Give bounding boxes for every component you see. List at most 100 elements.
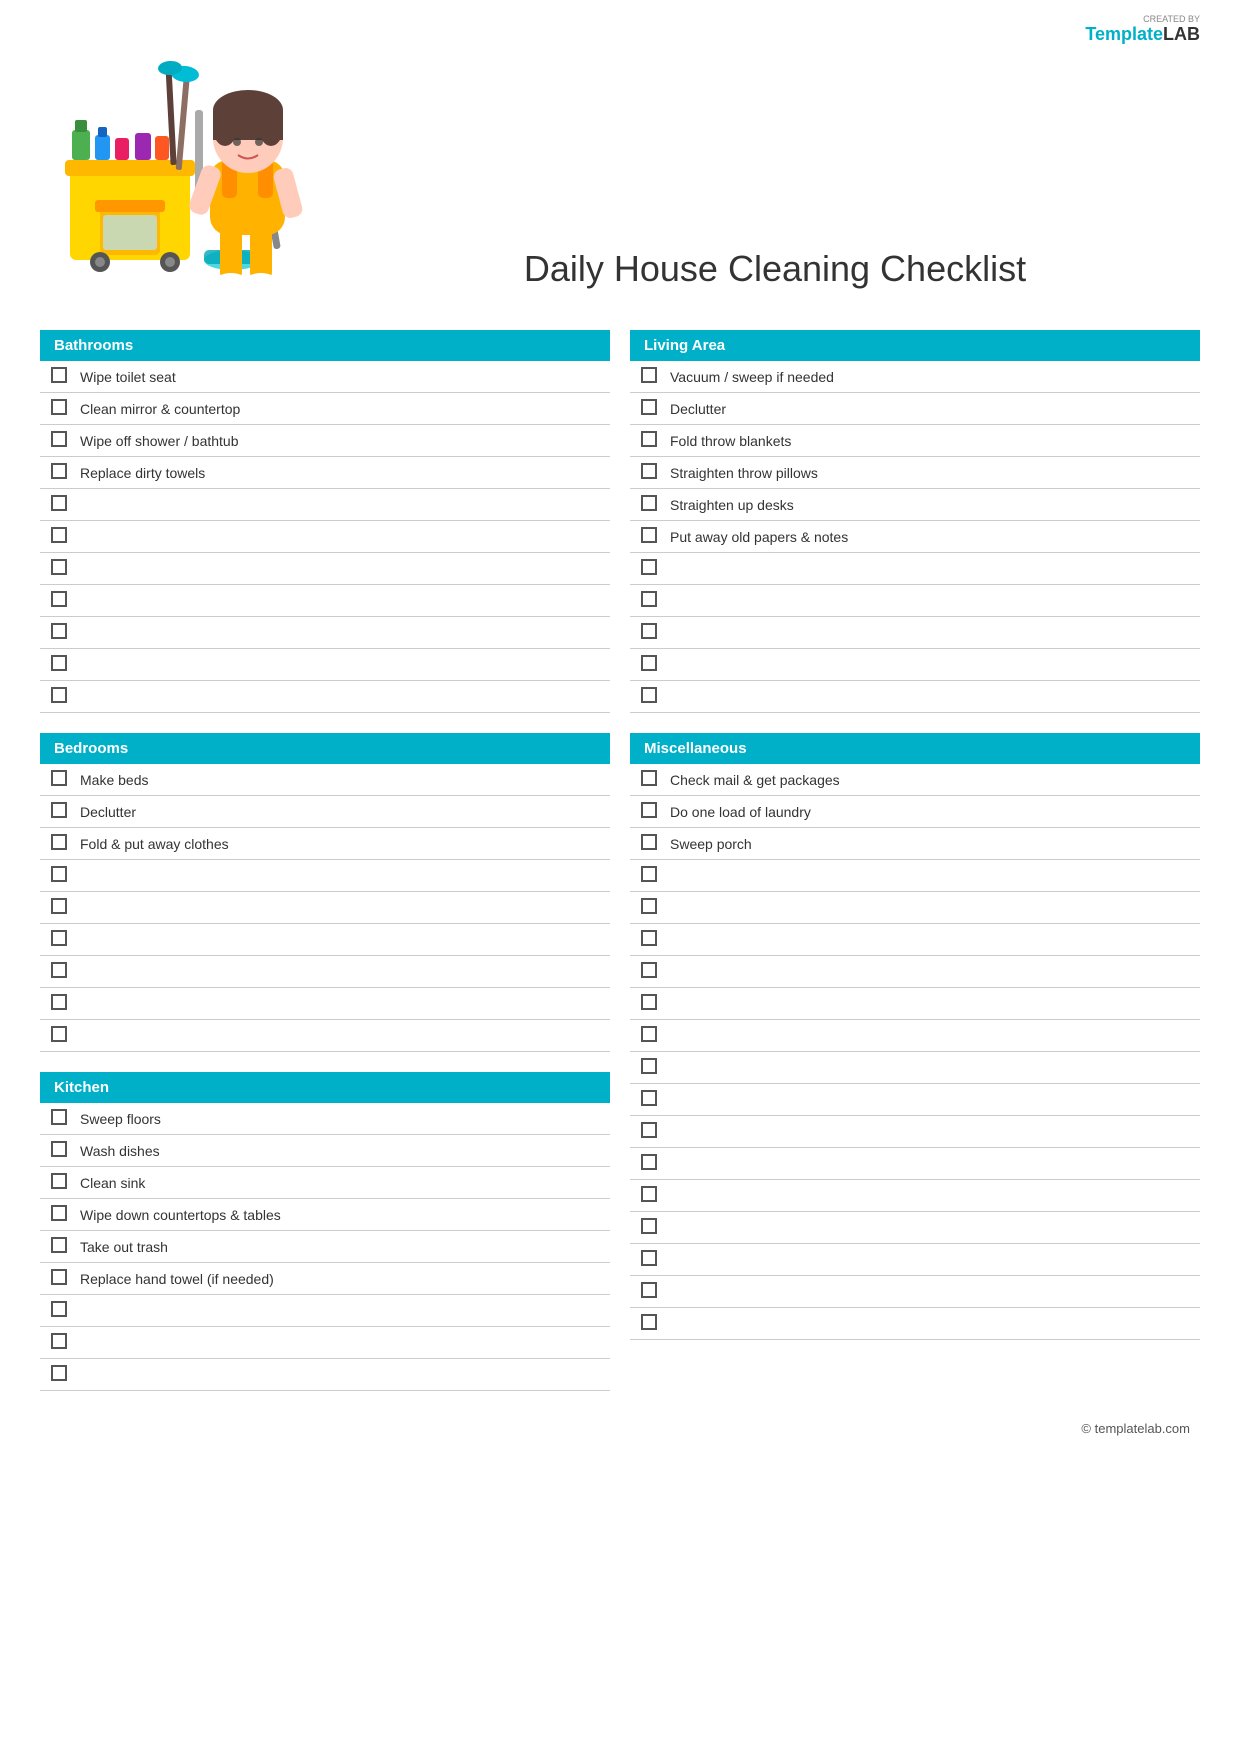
checkbox[interactable]	[51, 1269, 67, 1285]
item-label	[662, 649, 1200, 681]
checkbox[interactable]	[641, 962, 657, 978]
item-label: Declutter	[662, 393, 1200, 425]
item-label	[72, 489, 610, 521]
list-item	[40, 860, 610, 892]
item-label: Wipe toilet seat	[72, 361, 610, 393]
checkbox[interactable]	[51, 1365, 67, 1381]
list-item	[40, 892, 610, 924]
checkbox[interactable]	[51, 898, 67, 914]
bedrooms-header: Bedrooms	[40, 733, 610, 764]
list-item: Check mail & get packages	[630, 764, 1200, 796]
item-label	[662, 1308, 1200, 1340]
checkbox[interactable]	[641, 1026, 657, 1042]
checkbox[interactable]	[51, 495, 67, 511]
list-item: Do one load of laundry	[630, 796, 1200, 828]
item-label	[662, 988, 1200, 1020]
checkbox[interactable]	[641, 399, 657, 415]
item-label	[72, 1295, 610, 1327]
checkbox[interactable]	[51, 1026, 67, 1042]
checkbox[interactable]	[51, 866, 67, 882]
checkbox[interactable]	[51, 687, 67, 703]
list-item	[630, 1308, 1200, 1340]
item-label	[72, 553, 610, 585]
list-item	[630, 1244, 1200, 1276]
checkbox[interactable]	[641, 770, 657, 786]
checkbox[interactable]	[51, 399, 67, 415]
list-item	[630, 892, 1200, 924]
list-item	[630, 1052, 1200, 1084]
checkbox[interactable]	[51, 1141, 67, 1157]
checkbox[interactable]	[641, 802, 657, 818]
item-label	[662, 1276, 1200, 1308]
checkbox[interactable]	[641, 930, 657, 946]
checkbox[interactable]	[51, 559, 67, 575]
list-item	[40, 1327, 610, 1359]
list-item: Put away old papers & notes	[630, 521, 1200, 553]
list-item	[630, 1020, 1200, 1052]
item-label: Check mail & get packages	[662, 764, 1200, 796]
checkbox[interactable]	[641, 591, 657, 607]
checkbox[interactable]	[641, 1218, 657, 1234]
checkbox[interactable]	[641, 994, 657, 1010]
checkbox[interactable]	[641, 898, 657, 914]
list-item	[40, 489, 610, 521]
checkbox[interactable]	[641, 834, 657, 850]
checkbox[interactable]	[641, 1250, 657, 1266]
item-label	[72, 1327, 610, 1359]
checkbox[interactable]	[51, 930, 67, 946]
checkbox[interactable]	[51, 962, 67, 978]
checkbox[interactable]	[641, 495, 657, 511]
list-item	[630, 1084, 1200, 1116]
checkbox[interactable]	[641, 655, 657, 671]
checkbox[interactable]	[51, 1237, 67, 1253]
checkbox[interactable]	[51, 770, 67, 786]
checkbox[interactable]	[641, 1154, 657, 1170]
checkbox[interactable]	[51, 1173, 67, 1189]
checkbox[interactable]	[51, 527, 67, 543]
checkbox[interactable]	[641, 1058, 657, 1074]
checkbox[interactable]	[51, 655, 67, 671]
checkbox[interactable]	[51, 1205, 67, 1221]
item-label	[662, 1052, 1200, 1084]
list-item	[630, 1276, 1200, 1308]
checkbox[interactable]	[641, 1186, 657, 1202]
checkbox[interactable]	[641, 367, 657, 383]
checkbox[interactable]	[641, 1314, 657, 1330]
checkbox[interactable]	[641, 1122, 657, 1138]
checkbox[interactable]	[51, 1333, 67, 1349]
checkbox[interactable]	[51, 623, 67, 639]
checkbox[interactable]	[51, 1109, 67, 1125]
checkbox[interactable]	[51, 431, 67, 447]
checkbox[interactable]	[51, 994, 67, 1010]
miscellaneous-list: Check mail & get packages Do one load of…	[630, 764, 1200, 1340]
checkbox[interactable]	[51, 834, 67, 850]
checkbox[interactable]	[641, 431, 657, 447]
checkbox[interactable]	[51, 1301, 67, 1317]
item-label	[662, 1084, 1200, 1116]
item-label: Straighten up desks	[662, 489, 1200, 521]
checkbox[interactable]	[51, 591, 67, 607]
checkbox[interactable]	[51, 802, 67, 818]
item-label: Clean mirror & countertop	[72, 393, 610, 425]
item-label: Fold throw blankets	[662, 425, 1200, 457]
checkbox[interactable]	[641, 623, 657, 639]
list-item	[630, 860, 1200, 892]
checkbox[interactable]	[641, 559, 657, 575]
item-label: Put away old papers & notes	[662, 521, 1200, 553]
checkbox[interactable]	[51, 367, 67, 383]
checkbox[interactable]	[641, 1282, 657, 1298]
list-item	[630, 1212, 1200, 1244]
checkbox[interactable]	[51, 463, 67, 479]
checkbox[interactable]	[641, 463, 657, 479]
checkbox[interactable]	[641, 866, 657, 882]
checkbox[interactable]	[641, 527, 657, 543]
brand-template: Template	[1085, 24, 1163, 44]
item-label	[72, 1020, 610, 1052]
checkbox[interactable]	[641, 1090, 657, 1106]
list-item	[40, 956, 610, 988]
item-label	[662, 553, 1200, 585]
checkbox[interactable]	[641, 687, 657, 703]
item-label: Declutter	[72, 796, 610, 828]
list-item	[630, 924, 1200, 956]
item-label	[72, 649, 610, 681]
